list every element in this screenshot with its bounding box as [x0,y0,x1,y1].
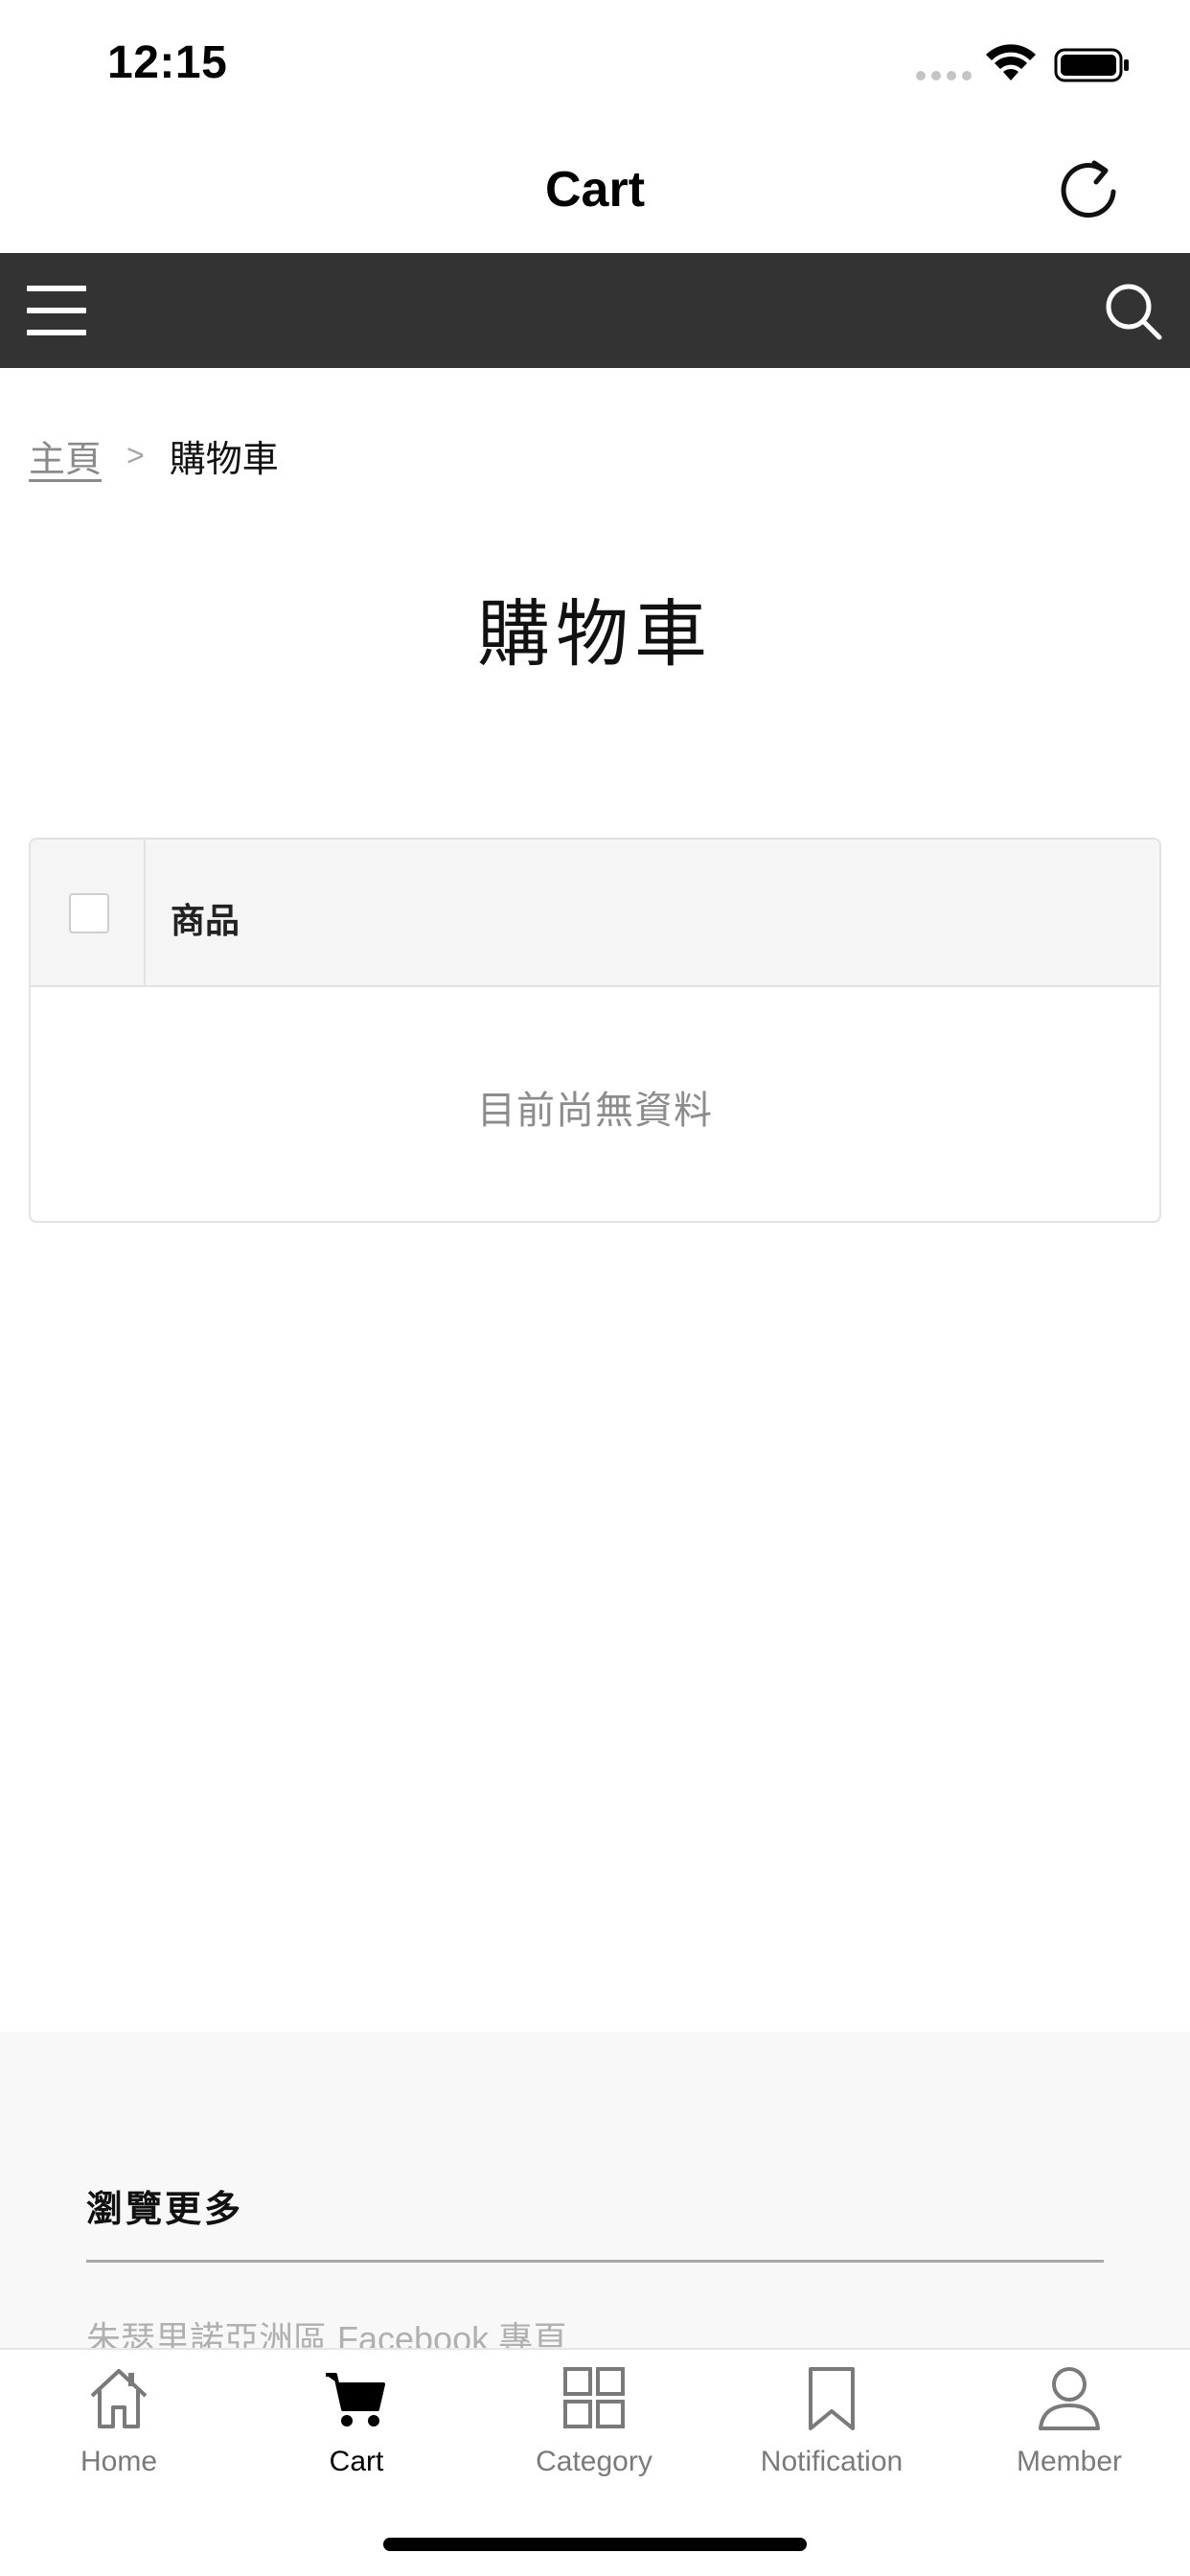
search-icon[interactable] [1102,280,1165,343]
site-toolbar [0,253,1190,368]
wifi-icon [986,44,1036,80]
nav-title: Cart [544,162,646,218]
nav-header: Cart [0,128,1190,253]
footer-divider [86,2260,1104,2263]
select-column [31,840,146,987]
home-icon [90,2369,148,2428]
cart-icon [326,2373,385,2426]
tab-home[interactable]: Home [0,2363,238,2507]
breadcrumb-current: 購物車 [169,440,279,480]
tab-label-cart: Cart [329,2446,384,2477]
breadcrumb: 主頁 > 購物車 [29,429,279,482]
tab-cart[interactable]: Cart [238,2363,475,2507]
table-header: 商品 [31,840,1159,987]
status-bar: 12:15 [0,0,1190,128]
tab-label-member: Member [1016,2446,1123,2477]
bookmark-icon [809,2367,855,2430]
tab-category[interactable]: Category [475,2363,713,2507]
cart-table: 商品 目前尚無資料 [29,838,1161,1223]
breadcrumb-separator: > [126,438,145,472]
grid-icon [563,2367,625,2428]
tab-label-category: Category [536,2446,652,2477]
hamburger-menu-icon[interactable] [27,284,88,337]
refresh-icon[interactable] [1054,153,1123,222]
home-indicator [383,2538,807,2551]
person-icon [1039,2367,1100,2430]
tab-notification[interactable]: Notification [713,2363,950,2507]
battery-icon [1054,48,1129,82]
cellular-signal-icon [916,71,972,82]
tab-member[interactable]: Member [950,2363,1188,2507]
tab-label-home: Home [80,2446,158,2477]
status-time: 12:15 [107,37,228,88]
footer-heading: 瀏覽更多 [86,2190,244,2230]
breadcrumb-home-link[interactable]: 主頁 [29,429,102,482]
page-title: 購物車 [477,591,713,677]
empty-cart-message: 目前尚無資料 [477,1090,713,1132]
column-header-product: 商品 [171,901,240,940]
select-all-checkbox[interactable] [69,893,109,933]
tab-label-notification: Notification [760,2446,904,2477]
